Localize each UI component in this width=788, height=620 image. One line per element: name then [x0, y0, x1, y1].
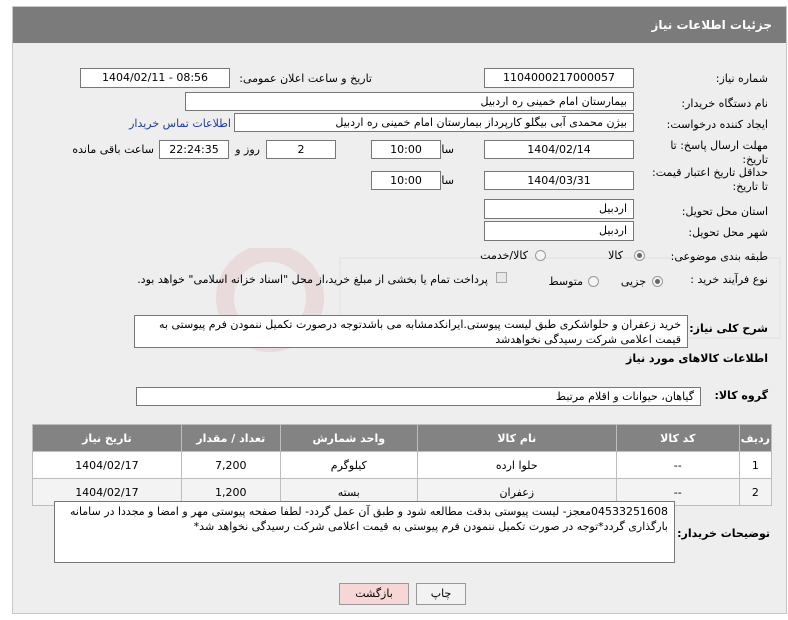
table-row: 1 -- حلوا ارده کیلوگرم 7,200 1404/02/17 [32, 451, 773, 479]
cell-name: حلوا ارده [416, 451, 617, 479]
process-option-medium: متوسط [548, 275, 583, 288]
remaining-days-field: 2 [266, 140, 336, 159]
remaining-time-label: ساعت باقی مانده [72, 143, 154, 156]
delivery-province-label: استان محل تحویل: [681, 205, 768, 218]
announce-datetime-label: تاریخ و ساعت اعلان عمومی: [239, 72, 372, 85]
category-label: طبقه بندی موضوعی: [670, 250, 768, 263]
buyer-notes-label: توضیحات خریدار: [677, 527, 770, 540]
treasury-payment-checkbox[interactable] [496, 272, 507, 283]
delivery-city-field: اردبیل [484, 221, 634, 241]
col-row-header: ردیف [738, 424, 773, 452]
process-option-partial: جزیی [620, 275, 646, 288]
price-validity-label: حداقل تاریخ اعتبار قیمت: تا تاریخ: [652, 166, 768, 193]
reply-deadline-time: 10:00 [371, 140, 441, 159]
cell-date: 1404/02/17 [32, 451, 182, 479]
category-radio-goods-service[interactable] [535, 250, 546, 261]
back-button[interactable]: بازگشت [339, 583, 409, 605]
buyer-org-field: بیمارستان امام خمینی ره اردبیل [185, 92, 634, 111]
purchase-process-label: نوع فرآیند خرید : [690, 273, 768, 286]
col-date-header: تاریخ نیاز [32, 424, 182, 452]
cell-row: 1 [738, 451, 773, 479]
goods-group-label: گروه کالا: [714, 389, 768, 402]
buyer-notes-field: 04533251608معجز- لیست پیوستی بدقت مطالعه… [54, 501, 675, 563]
cell-code: -- [615, 451, 740, 479]
process-radio-partial[interactable] [652, 276, 663, 287]
description-field: خرید زعفران و حلواشکری طبق لیست پیوستی.ا… [134, 315, 688, 348]
price-validity-date: 1404/03/31 [484, 171, 634, 190]
cell-unit: کیلوگرم [279, 451, 418, 479]
remaining-time-field: 22:24:35 [159, 140, 229, 159]
category-option-goods: کالا [608, 249, 623, 262]
panel-header: جزئیات اطلاعات نیاز [13, 7, 786, 43]
reply-deadline-label: مهلت ارسال پاسخ: تا تاریخ: [670, 139, 768, 166]
table-header-row: ردیف کد کالا نام کالا واحد شمارش تعداد /… [32, 424, 773, 452]
process-radio-medium[interactable] [588, 276, 599, 287]
category-option-goods-service: کالا/خدمت [480, 249, 528, 262]
cell-row: 2 [738, 478, 773, 506]
need-number-field: 1104000217000057 [484, 68, 634, 88]
days-label: روز و [235, 143, 260, 156]
announce-datetime-field: 1404/02/11 - 08:56 [80, 68, 230, 88]
delivery-province-field: اردبیل [484, 199, 634, 219]
requester-label: ایجاد کننده درخواست: [666, 118, 768, 131]
reply-deadline-date: 1404/02/14 [484, 140, 634, 159]
col-qty-header: تعداد / مقدار [180, 424, 281, 452]
print-button[interactable]: چاپ [416, 583, 466, 605]
treasury-payment-note: پرداخت تمام یا بخشی از مبلغ خرید،از محل … [137, 273, 488, 286]
col-code-header: کد کالا [615, 424, 740, 452]
cell-qty: 7,200 [180, 451, 281, 479]
buyer-org-label: نام دستگاه خریدار: [681, 97, 768, 110]
goods-group-field: گیاهان، حیوانات و اقلام مرتبط [136, 387, 701, 406]
col-unit-header: واحد شمارش [279, 424, 418, 452]
category-radio-goods[interactable] [634, 250, 645, 261]
requester-field: بیژن محمدی آبی بیگلو کارپرداز بیمارستان … [234, 113, 634, 132]
need-number-label: شماره نیاز: [715, 72, 768, 85]
delivery-city-label: شهر محل تحویل: [688, 226, 768, 239]
buyer-contact-link[interactable]: اطلاعات تماس خریدار [129, 117, 231, 130]
col-name-header: نام کالا [416, 424, 617, 452]
goods-section-title: اطلاعات کالاهای مورد نیاز [626, 352, 768, 365]
panel-title: جزئیات اطلاعات نیاز [651, 18, 772, 32]
price-validity-time: 10:00 [371, 171, 441, 190]
description-label: شرح کلی نیاز: [689, 322, 768, 335]
goods-table: ردیف کد کالا نام کالا واحد شمارش تعداد /… [32, 424, 773, 506]
